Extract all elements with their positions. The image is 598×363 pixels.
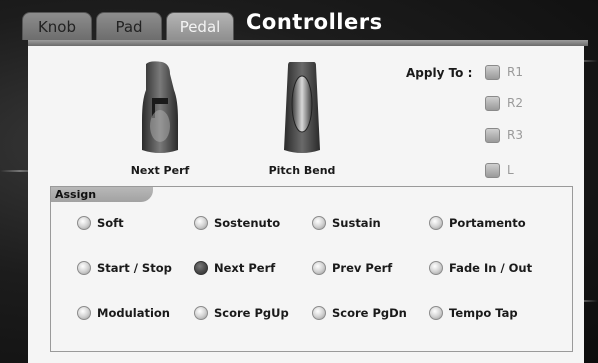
checkbox-l-label: L [507,163,514,177]
radio-modulation[interactable] [77,306,91,320]
controllers-screen: Knob Pad Pedal Controllers Next Perf Pit… [0,0,598,363]
radio-sustain-label: Sustain [332,216,381,230]
tab-knob[interactable]: Knob [22,12,92,40]
radio-sustain[interactable] [312,216,326,230]
radio-modulation-label: Modulation [97,306,170,320]
radio-start-stop[interactable] [77,261,91,275]
radio-fade-in-out[interactable] [429,261,443,275]
checkbox-r3-label: R3 [507,128,523,142]
radio-soft-label: Soft [97,216,124,230]
radio-sostenuto-label: Sostenuto [214,216,281,230]
radio-score-pgup-label: Score PgUp [214,306,289,320]
radio-score-pgup[interactable] [194,306,208,320]
checkbox-r2[interactable] [485,96,500,111]
sustain-pedal-icon[interactable] [140,60,180,156]
assign-title: Assign [55,188,97,201]
assign-group: Assign Soft Sostenuto Sustain Portamento… [50,186,573,352]
expression-pedal-icon[interactable] [282,60,322,156]
tab-pad[interactable]: Pad [96,12,162,40]
header: Knob Pad Pedal Controllers [0,8,598,42]
apply-to-label: Apply To : [406,66,473,80]
tab-pedal[interactable]: Pedal [166,12,234,40]
checkbox-r1-label: R1 [507,65,523,79]
radio-start-stop-label: Start / Stop [97,261,172,275]
radio-tempo-tap-label: Tempo Tap [449,306,518,320]
radio-fade-in-out-label: Fade In / Out [449,261,533,275]
radio-soft[interactable] [77,216,91,230]
page-title: Controllers [246,10,383,34]
radio-score-pgdn-label: Score PgDn [332,306,407,320]
radio-portamento-label: Portamento [449,216,526,230]
checkbox-r2-label: R2 [507,96,523,110]
radio-next-perf-label: Next Perf [214,261,276,275]
radio-sostenuto[interactable] [194,216,208,230]
pedal-panel: Next Perf Pitch Bend Apply To: R1 R2 R3… [28,46,584,363]
radio-prev-perf[interactable] [312,261,326,275]
radio-next-perf[interactable] [194,261,208,275]
checkbox-r1[interactable] [485,65,500,80]
checkbox-l[interactable] [485,163,500,178]
radio-score-pgdn[interactable] [312,306,326,320]
radio-prev-perf-label: Prev Perf [332,261,393,275]
radio-portamento[interactable] [429,216,443,230]
pedal-label-next-perf: Next Perf [130,164,190,177]
assign-tab: Assign [51,187,153,202]
pedal-label-pitch-bend: Pitch Bend [268,164,336,177]
radio-tempo-tap[interactable] [429,306,443,320]
checkbox-r3[interactable] [485,128,500,143]
